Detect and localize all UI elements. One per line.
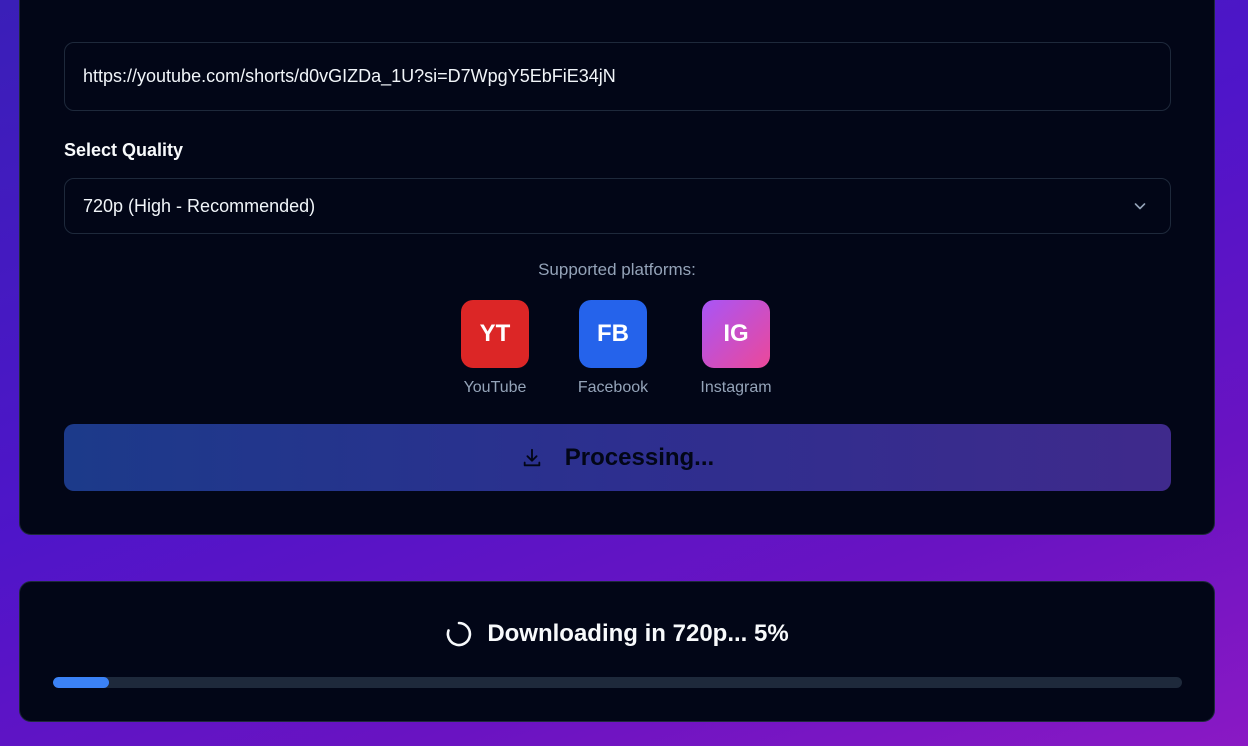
- platform-instagram: IG Instagram: [686, 300, 786, 397]
- quality-selected-value: 720p (High - Recommended): [83, 195, 316, 216]
- download-icon: [521, 447, 543, 469]
- download-status: Downloading in 720p... 5%: [20, 620, 1214, 648]
- url-input[interactable]: https://youtube.com/shorts/d0vGIZDa_1U?s…: [64, 42, 1171, 111]
- platform-facebook: FB Facebook: [563, 300, 663, 397]
- facebook-badge: FB: [579, 300, 647, 368]
- youtube-badge: YT: [461, 300, 529, 368]
- progress-bar-fill: [53, 677, 110, 688]
- platform-name-instagram: Instagram: [700, 379, 772, 396]
- url-input-value: https://youtube.com/shorts/d0vGIZDa_1U?s…: [83, 66, 616, 86]
- progress-bar: [53, 677, 1182, 688]
- processing-button-label: Processing...: [564, 443, 715, 471]
- download-form-card: https://youtube.com/shorts/d0vGIZDa_1U?s…: [19, 0, 1215, 535]
- chevron-down-icon: [1132, 198, 1148, 214]
- platform-youtube: YT YouTube: [445, 300, 545, 397]
- instagram-badge: IG: [702, 300, 770, 368]
- progress-card: Downloading in 720p... 5%: [19, 581, 1215, 722]
- platform-name-youtube: YouTube: [463, 379, 527, 396]
- platforms-title: Supported platforms:: [538, 260, 696, 279]
- download-status-text: Downloading in 720p... 5%: [487, 620, 789, 647]
- platform-name-facebook: Facebook: [577, 379, 649, 396]
- quality-select[interactable]: 720p (High - Recommended): [64, 178, 1171, 234]
- spinner-icon: [445, 620, 473, 648]
- processing-button[interactable]: Processing...: [64, 424, 1171, 491]
- quality-label: Select Quality: [64, 140, 184, 160]
